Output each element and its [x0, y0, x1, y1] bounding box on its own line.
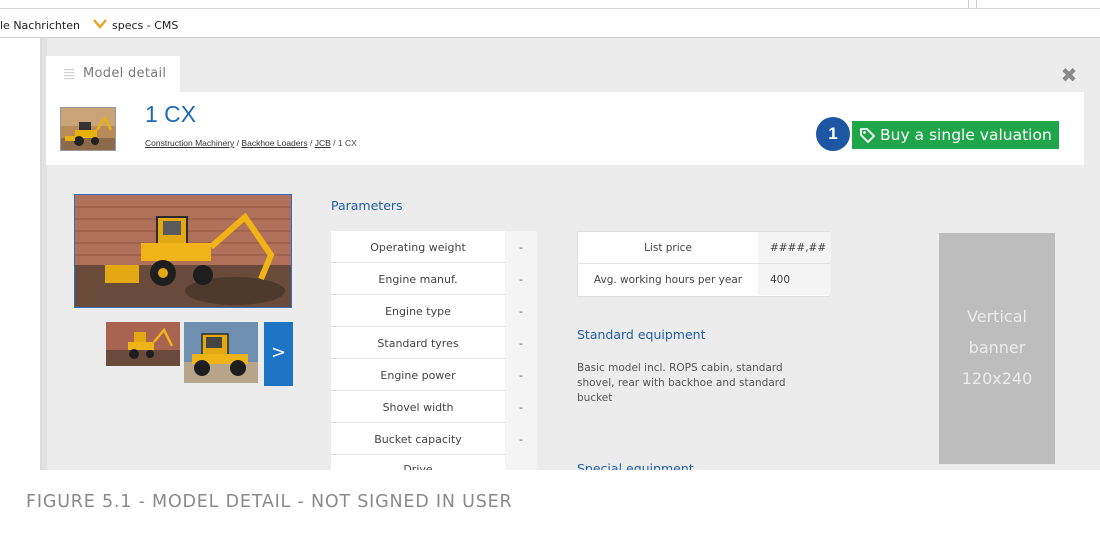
gallery-next-button[interactable]: > [264, 322, 293, 386]
figure-caption: FIGURE 5.1 - MODEL DETAIL - NOT SIGNED I… [26, 492, 513, 512]
param-value: - [505, 391, 537, 423]
main-photo[interactable] [74, 194, 292, 308]
tab-edge [976, 0, 977, 8]
param-value: - [505, 423, 537, 455]
param-value: - [505, 455, 537, 470]
table-row: Standard tyres - [331, 327, 537, 359]
param-label: Engine manuf. [378, 273, 458, 286]
table-row: Shovel width - [331, 391, 537, 423]
breadcrumb-current: 1 CX [337, 138, 357, 148]
step-badge: 1 [816, 117, 850, 151]
price-value: 400 [758, 264, 831, 295]
breadcrumb-separator: / [309, 138, 313, 148]
price-label: List price [644, 242, 692, 254]
banner-line: banner [968, 338, 1026, 357]
page-title: 1 CX [145, 101, 197, 127]
vertical-banner[interactable]: Vertical banner 120x240 [939, 233, 1055, 464]
model-thumbnail [60, 107, 116, 151]
tab-edge [968, 0, 969, 8]
price-label: Avg. working hours per year [593, 274, 743, 286]
param-value: - [505, 231, 537, 263]
document-lines-icon [64, 69, 74, 80]
table-row: Operating weight - [331, 231, 537, 263]
tab-model-detail[interactable]: Model detail [46, 56, 180, 92]
param-value: - [505, 263, 537, 295]
param-label: Engine power [380, 369, 456, 382]
param-label: Engine type [385, 305, 451, 318]
close-icon[interactable]: ✖ [1060, 65, 1078, 85]
buy-single-valuation-button[interactable]: Buy a single valuation [852, 121, 1059, 149]
table-row: Avg. working hours per year 400 [578, 264, 831, 296]
breadcrumb-construction-machinery[interactable]: Construction Machinery [145, 138, 234, 148]
banner-line: 120x240 [961, 369, 1033, 388]
table-row: Engine power - [331, 359, 537, 391]
bookmark-nachrichten[interactable]: le Nachrichten [0, 19, 80, 32]
price-value: ####,## [758, 232, 831, 263]
standard-equipment-title: Standard equipment [577, 327, 706, 342]
table-row: Engine manuf. - [331, 263, 537, 295]
tab-label: Model detail [83, 66, 167, 81]
breadcrumb: Construction Machinery / Backhoe Loaders… [145, 138, 357, 148]
gallery-thumbnail-1[interactable] [106, 322, 180, 366]
bookmark-specs-cms[interactable]: specs - CMS [112, 19, 178, 32]
buy-button-label: Buy a single valuation [880, 126, 1052, 144]
breadcrumb-separator: / [333, 138, 336, 148]
param-label: Operating weight [370, 241, 466, 254]
parameters-table: Operating weight - Engine manuf. - Engin… [331, 231, 537, 471]
param-label: Bucket capacity [374, 433, 462, 446]
table-row: Bucket capacity - [331, 423, 537, 455]
table-row: List price ####,## [578, 232, 831, 264]
chevron-down-icon[interactable] [93, 18, 107, 30]
figure-caption-area: FIGURE 5.1 - MODEL DETAIL - NOT SIGNED I… [0, 470, 1100, 536]
parameters-title: Parameters [331, 198, 403, 213]
banner-line: Vertical [967, 307, 1027, 326]
tab-strip-line [0, 8, 1100, 9]
special-equipment-title: Special equipment [577, 461, 694, 470]
param-label: Shovel width [382, 401, 454, 414]
param-value: - [505, 327, 537, 359]
table-row: Drive - [331, 455, 537, 471]
bookmarks-bar: le Nachrichten specs - CMS [0, 0, 1100, 38]
param-value: - [505, 295, 537, 327]
breadcrumb-backhoe-loaders[interactable]: Backhoe Loaders [241, 138, 307, 148]
breadcrumb-jcb[interactable]: JCB [315, 138, 331, 148]
breadcrumb-separator: / [236, 138, 240, 148]
gallery-thumbnail-2[interactable] [184, 322, 258, 383]
standard-equipment-text: Basic model incl. ROPS cabin, standard s… [577, 362, 786, 404]
table-row: Engine type - [331, 295, 537, 327]
param-label: Standard tyres [377, 337, 459, 350]
tag-icon [860, 128, 875, 143]
pricing-table: List price ####,## Avg. working hours pe… [577, 231, 831, 297]
param-value: - [505, 359, 537, 391]
